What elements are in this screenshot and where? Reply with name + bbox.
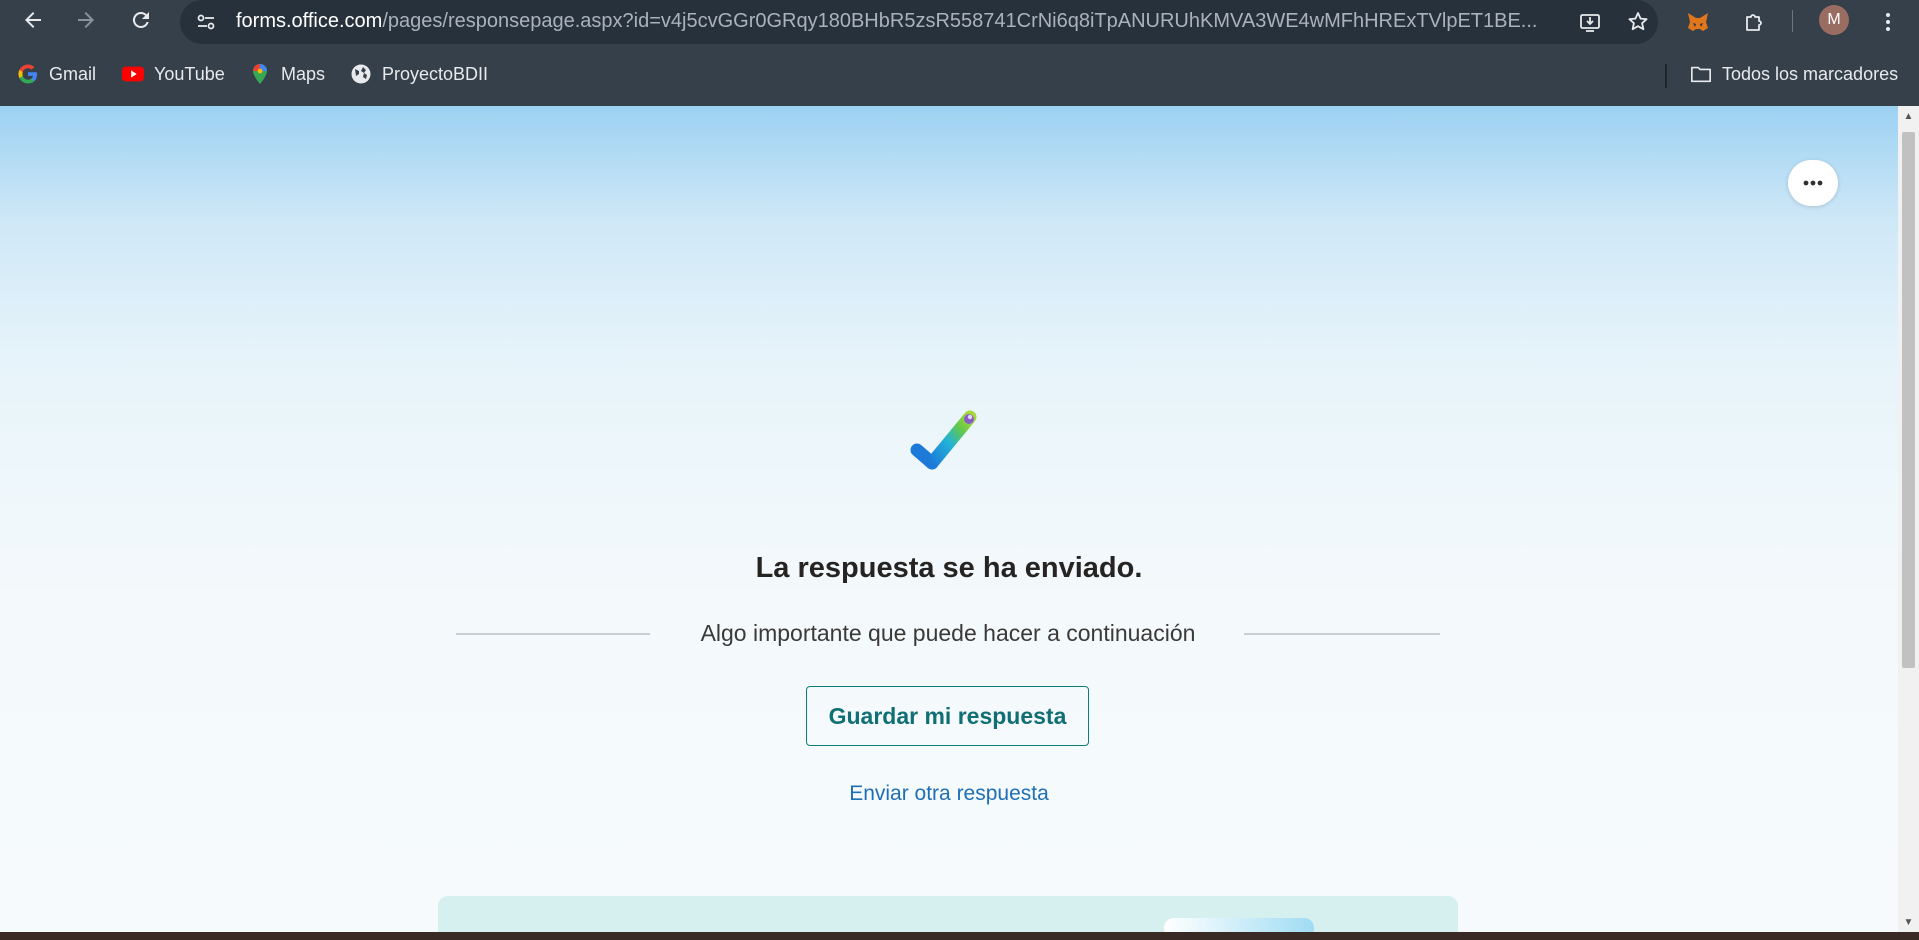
bookmark-star-button[interactable] [1622,6,1654,38]
address-bar[interactable]: forms.office.com/pages/responsepage.aspx… [180,0,1658,44]
vertical-scrollbar[interactable]: ▲ ▼ [1898,106,1919,932]
taskbar-edge [0,932,1919,940]
back-icon [25,12,41,28]
profile-avatar[interactable]: M [1819,5,1849,35]
site-info-button[interactable] [190,6,222,38]
bookmark-maps[interactable]: Maps [249,60,325,88]
promo-card [438,896,1458,932]
star-icon [1628,12,1648,31]
bookmark-proyectobdii[interactable]: ProyectoBDII [350,60,488,88]
all-bookmarks-button[interactable]: Todos los marcadores [1690,60,1898,88]
metamask-icon [1688,13,1708,31]
divider-left [456,633,650,635]
youtube-icon [122,63,144,85]
bookmark-label: YouTube [154,63,225,84]
globe-icon [350,63,372,85]
reload-icon [132,11,149,28]
site-info-icon [197,14,215,30]
all-bookmarks-label: Todos los marcadores [1722,63,1899,84]
save-response-button[interactable]: Guardar mi respuesta [806,686,1089,746]
chrome-menu-icon [1886,13,1890,31]
bookmark-label: Maps [281,63,326,84]
back-button[interactable] [15,4,51,36]
install-app-button[interactable] [1574,6,1606,38]
browser-toolbar: forms.office.com/pages/responsepage.aspx… [0,0,1919,44]
url-host: forms.office.com [236,10,383,32]
bookmark-label: Gmail [49,63,97,84]
url-path: /pages/responsepage.aspx?id=v4j5cvGGr0GR… [382,10,1538,32]
confirmation-heading: La respuesta se ha enviado. [755,552,1143,584]
url-text[interactable]: forms.office.com/pages/responsepage.aspx… [236,9,1546,33]
toolbar-separator [1792,10,1793,32]
bookmark-youtube[interactable]: YouTube [122,60,225,88]
bookmarks-bar: Gmail YouTube Maps ProyectoBDII Todos lo… [0,52,1919,96]
page-viewport: La respuesta se ha enviado. Algo importa… [0,106,1898,932]
forward-icon [78,12,94,28]
extensions-icon [1746,14,1762,31]
checkmark-icon [910,410,977,470]
bookmarks-separator [1665,64,1667,88]
metamask-extension-button[interactable] [1680,4,1716,40]
more-options-icon [1803,180,1823,186]
extensions-button[interactable] [1736,4,1772,40]
google-icon [17,63,39,85]
chrome-menu-button[interactable] [1870,4,1906,40]
bookmark-gmail[interactable]: Gmail [17,60,96,88]
reload-button[interactable] [123,4,159,36]
scroll-up-arrow-icon[interactable]: ▲ [1898,106,1919,126]
maps-icon [249,63,271,85]
divider-right [1244,633,1440,635]
next-steps-subheading: Algo importante que puede hacer a contin… [700,620,1196,646]
promo-illustration [1164,918,1314,932]
forward-button[interactable] [68,4,104,36]
scroll-thumb[interactable] [1902,132,1915,668]
bookmark-label: ProyectoBDII [382,63,489,84]
scroll-down-arrow-icon[interactable]: ▼ [1898,912,1919,932]
install-app-icon [1580,14,1600,32]
more-options-button[interactable] [1788,160,1838,206]
send-another-response-link[interactable]: Enviar otra respuesta [0,782,1898,806]
folder-icon [1690,63,1712,85]
